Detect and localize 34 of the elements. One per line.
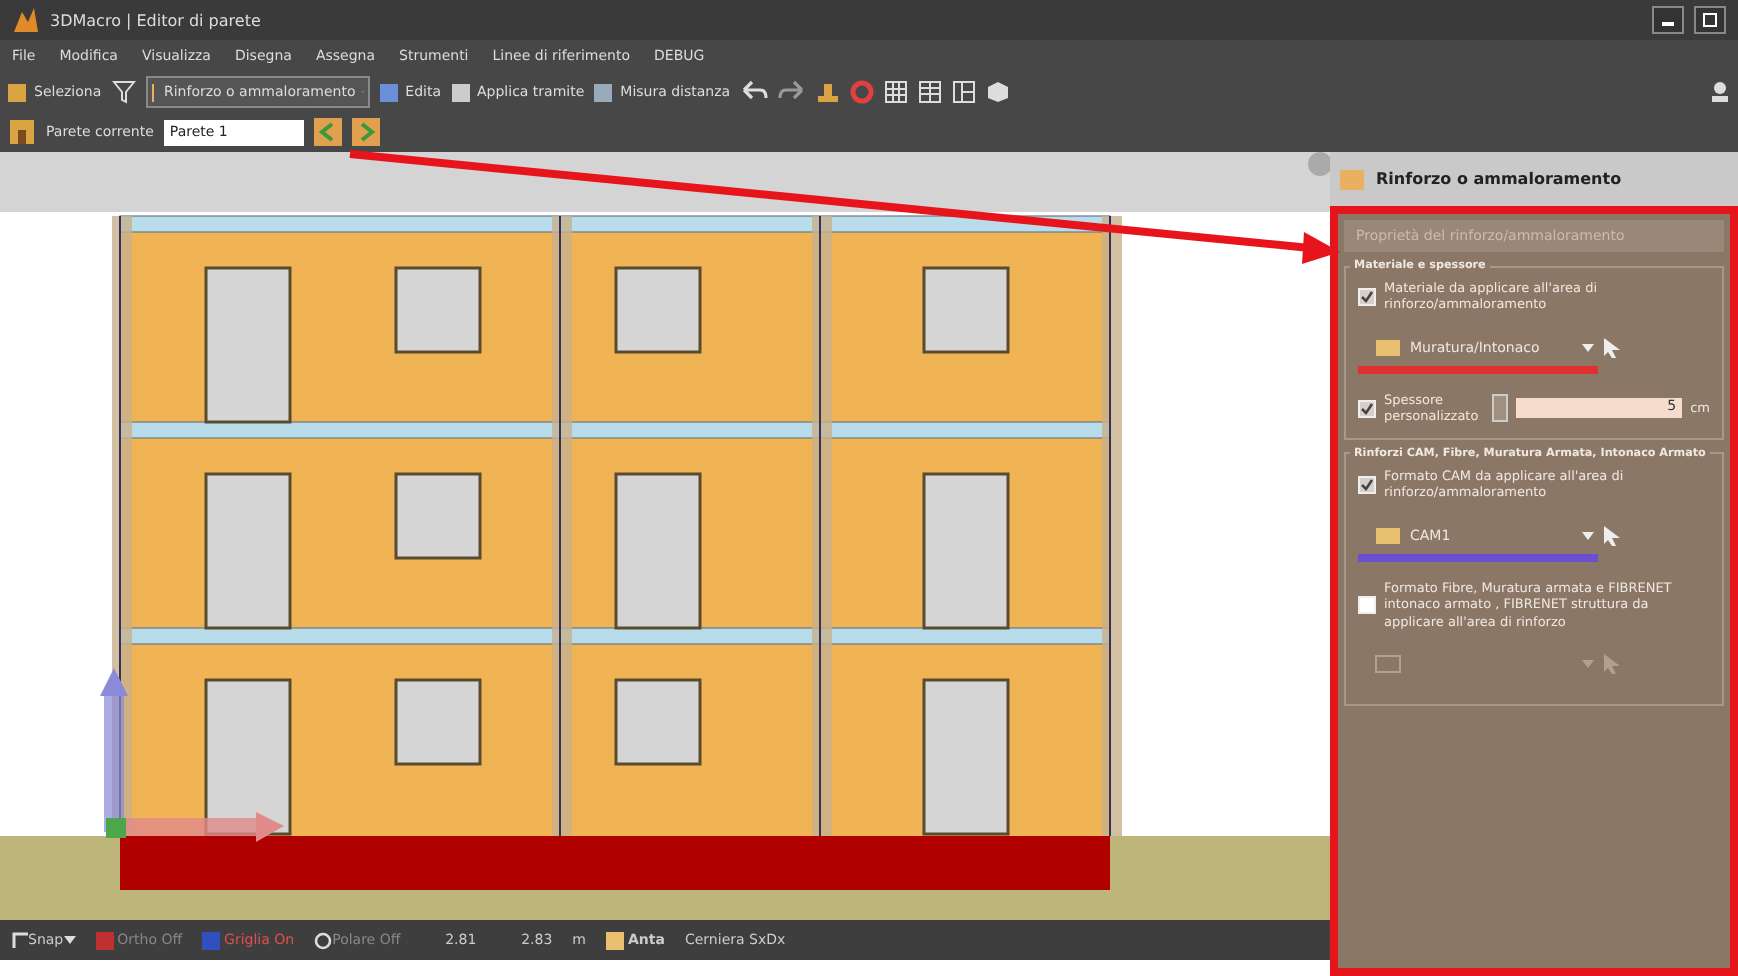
table-icon[interactable] [918, 80, 943, 104]
material-swatch-icon [1374, 523, 1402, 548]
origin-marker [106, 818, 126, 838]
restore-button[interactable] [1694, 6, 1726, 34]
stamp-icon[interactable] [816, 80, 841, 104]
caret-icon [1582, 343, 1594, 352]
redo-icon[interactable] [778, 80, 807, 104]
app-logo-icon [12, 6, 40, 34]
checkbox[interactable] [1358, 399, 1376, 418]
folder-icon [1338, 165, 1366, 193]
cube-icon[interactable] [986, 80, 1011, 104]
grid-icon[interactable] [884, 80, 909, 104]
next-wall-icon[interactable] [351, 118, 380, 146]
window-title: 3DMacro | Editor di parete [50, 11, 261, 29]
panel-title: Rinforzo o ammaloramento [1376, 170, 1622, 188]
house-icon [8, 118, 36, 146]
spinner-icon[interactable] [1492, 394, 1509, 423]
circle-icon [314, 931, 333, 949]
corner-icon [12, 932, 28, 948]
caret-icon [1582, 659, 1594, 668]
user-icon[interactable] [1710, 80, 1730, 104]
pick-cursor-icon[interactable] [1602, 335, 1622, 360]
minimize-button[interactable] [1652, 6, 1684, 34]
filter-icon[interactable] [111, 80, 136, 104]
material-swatch-icon [1374, 335, 1402, 360]
layout-icon[interactable] [952, 80, 977, 104]
checkbox[interactable] [1358, 475, 1376, 494]
pick-cursor-icon[interactable] [1602, 523, 1622, 548]
caret-icon [1582, 531, 1594, 540]
previous-wall-icon[interactable] [313, 118, 342, 146]
undo-icon[interactable] [740, 80, 769, 104]
restore-icon [1702, 12, 1718, 28]
caret-icon [63, 936, 76, 944]
material-swatch-icon [1374, 651, 1402, 676]
